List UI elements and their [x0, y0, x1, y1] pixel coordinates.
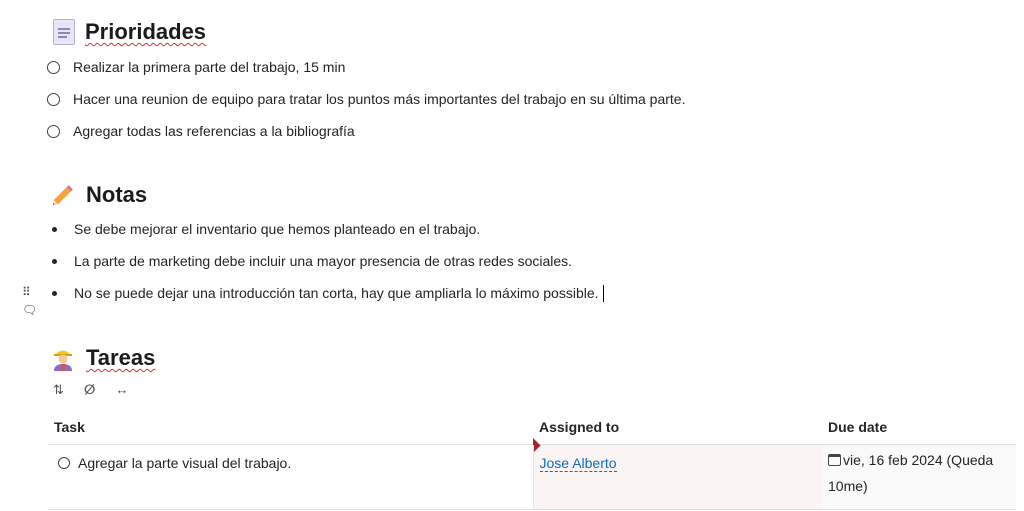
checkbox-circle[interactable] — [47, 124, 60, 138]
column-header-task[interactable]: Task — [48, 410, 533, 445]
list-item: Realizar la primera parte del trabajo, 1… — [47, 51, 685, 83]
table-header-row: Task Assigned to Due date — [48, 410, 1016, 445]
task-cell[interactable]: Agregar la parte visual del trabajo. — [48, 444, 533, 510]
checkbox-circle[interactable] — [47, 92, 60, 106]
bullet — [52, 290, 57, 296]
assigned-person[interactable]: Jose Alberto — [539, 455, 617, 472]
tareas-title: Tareas — [86, 345, 156, 370]
list-item-text[interactable]: Realizar la primera parte del trabajo, 1… — [73, 59, 345, 75]
task-text[interactable]: Agregar la parte visual del trabajo. — [78, 455, 291, 471]
list-item-text[interactable]: La parte de marketing debe incluir una m… — [74, 253, 572, 269]
sort-icon[interactable]: ⇅ — [53, 382, 64, 398]
list-item-text[interactable]: Se debe mejorar el inventario que hemos … — [74, 221, 480, 237]
prioridades-heading: Prioridades — [50, 19, 206, 45]
notas-title: Notas — [86, 182, 148, 207]
list-item-text[interactable]: Hacer una reunion de equipo para tratar … — [73, 91, 685, 107]
bullet — [52, 226, 57, 232]
bullet — [52, 258, 57, 264]
due-date-cell[interactable]: vie, 16 feb 2024 (Queda 10me) — [822, 444, 1016, 510]
block-side-icons: ⠿ 🗨 — [22, 283, 37, 319]
table-toolbar: ⇅ ⵁ ↔ — [53, 382, 128, 398]
column-header-assigned[interactable]: Assigned to — [533, 410, 822, 445]
list-item: La parte de marketing debe incluir una m… — [47, 245, 604, 277]
hide-fields-icon[interactable]: ⵁ — [84, 382, 96, 398]
list-item: Agregar todas las referencias a la bibli… — [47, 115, 685, 147]
drag-handle-icon[interactable]: ⠿ — [22, 283, 37, 301]
task-checkbox[interactable] — [58, 457, 70, 469]
tareas-heading: Tareas — [50, 345, 155, 371]
notas-heading: Notas — [50, 182, 147, 208]
due-date-line2: 10me) — [828, 478, 868, 494]
document-icon — [53, 19, 75, 45]
worker-icon — [50, 345, 76, 371]
text-caret — [602, 284, 604, 302]
list-item: No se puede dejar una introducción tan c… — [47, 277, 604, 309]
notas-list: Se debe mejorar el inventario que hemos … — [47, 213, 604, 309]
list-item-text[interactable]: No se puede dejar una introducción tan c… — [74, 285, 599, 301]
checkbox-circle[interactable] — [47, 60, 60, 74]
calendar-icon — [828, 454, 841, 466]
list-item: Hacer una reunion de equipo para tratar … — [47, 83, 685, 115]
assigned-cell[interactable]: Jose Alberto — [532, 444, 822, 510]
table-row: Agregar la parte visual del trabajo. Jos… — [48, 444, 1016, 510]
pencil-icon — [50, 182, 76, 208]
prioridades-list: Realizar la primera parte del trabajo, 1… — [47, 51, 685, 147]
tasks-table: Task Assigned to Due date Agregar la par… — [48, 410, 1016, 510]
due-date-line1: vie, 16 feb 2024 (Queda — [843, 452, 994, 468]
list-item: Se debe mejorar el inventario que hemos … — [47, 213, 604, 245]
comment-icon[interactable]: 🗨 — [22, 301, 37, 319]
column-header-due[interactable]: Due date — [822, 410, 1016, 445]
list-item-text[interactable]: Agregar todas las referencias a la bibli… — [73, 123, 355, 139]
resize-icon[interactable]: ↔ — [115, 382, 128, 398]
prioridades-title: Prioridades — [85, 19, 207, 44]
